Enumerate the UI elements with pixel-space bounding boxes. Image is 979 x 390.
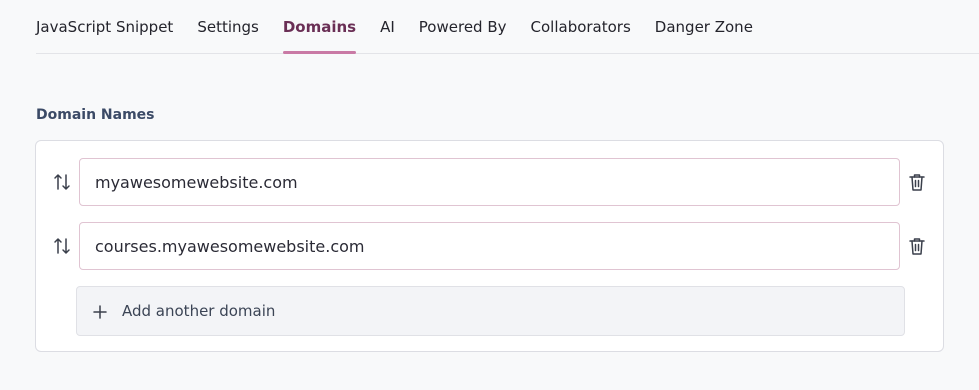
plus-icon — [93, 304, 107, 319]
add-domain-label: Add another domain — [122, 302, 276, 320]
domain-input[interactable] — [79, 222, 900, 270]
tab-collaborators[interactable]: Collaborators — [531, 0, 631, 54]
section-label-domain-names: Domain Names — [36, 107, 155, 123]
trash-icon[interactable] — [908, 236, 926, 256]
tab-domains[interactable]: Domains — [282, 0, 357, 54]
tab-danger-zone[interactable]: Danger Zone — [655, 0, 753, 54]
tab-powered-by[interactable]: Powered By — [419, 0, 507, 54]
reorder-arrows-icon[interactable] — [53, 236, 71, 256]
tab-settings[interactable]: Settings — [197, 0, 259, 54]
tab-bar: JavaScript Snippet Settings Domains AI P… — [36, 0, 979, 54]
domain-row — [36, 222, 943, 270]
domain-input[interactable] — [79, 158, 900, 206]
trash-icon[interactable] — [908, 172, 926, 192]
add-domain-button[interactable]: Add another domain — [76, 286, 905, 336]
tab-javascript-snippet[interactable]: JavaScript Snippet — [36, 0, 173, 54]
domains-panel: Add another domain — [35, 140, 944, 352]
tab-ai[interactable]: AI — [380, 0, 395, 54]
domain-row — [36, 158, 943, 206]
reorder-arrows-icon[interactable] — [53, 172, 71, 192]
